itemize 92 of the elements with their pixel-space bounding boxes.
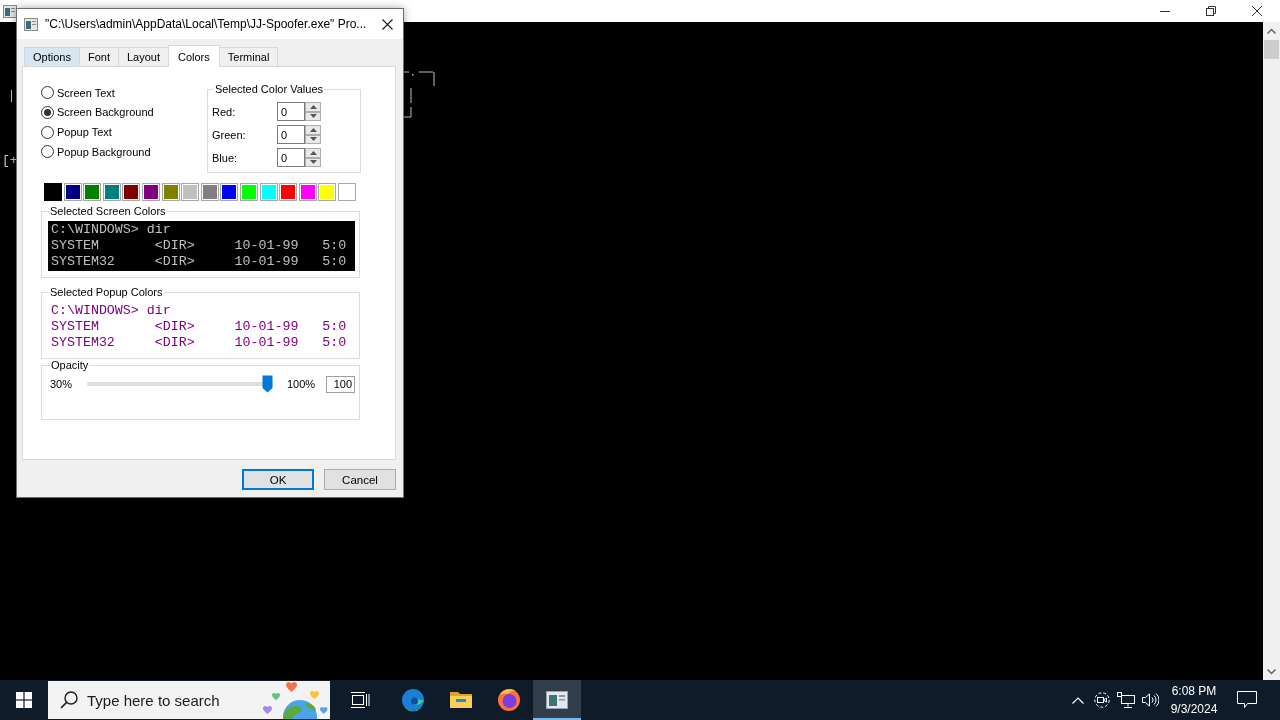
network-monitor-icon	[1117, 692, 1135, 708]
console-text: [+	[2, 154, 18, 168]
tab[interactable]: Font	[78, 47, 119, 66]
group-title: Selected Color Values	[214, 83, 325, 96]
preview-line: SYSTEM32 <DIR> 10-01-99 5:0	[51, 254, 348, 270]
group-title: Selected Screen Colors	[49, 205, 167, 218]
spin-down-button[interactable]	[305, 134, 321, 144]
color-swatch-icon[interactable]	[200, 183, 219, 201]
flame-globe-icon	[497, 688, 521, 712]
speaker-icon	[1141, 692, 1159, 708]
scrollbar-thumb[interactable]	[1264, 40, 1279, 59]
tab[interactable]: Colors	[167, 45, 220, 67]
color-swatch-icon[interactable]	[220, 183, 239, 201]
radio-label[interactable]: Popup Background	[57, 145, 151, 158]
console-window-icon	[546, 691, 568, 709]
spin-up-button[interactable]	[305, 125, 321, 135]
window-panes-icon	[16, 692, 32, 708]
color-swatch-icon[interactable]	[63, 183, 82, 201]
caret-up-icon	[1267, 27, 1276, 34]
radio-button[interactable]	[41, 86, 54, 100]
clock-time[interactable]: 6:08 PM	[1171, 682, 1217, 700]
spin-up-button[interactable]	[305, 102, 321, 112]
color-value-field[interactable]: 0	[277, 125, 305, 144]
preview-line: SYSTEM <DIR> 10-01-99 5:0	[51, 319, 348, 335]
swirl-icon	[401, 688, 425, 712]
caret-down-icon	[309, 160, 317, 165]
speech-bubble-icon	[1236, 691, 1257, 709]
clock-date[interactable]: 9/3/2024	[1170, 700, 1218, 718]
group-title: Opacity	[50, 359, 90, 372]
range-label: 30%	[50, 378, 74, 390]
color-swatch-icon[interactable]	[122, 183, 141, 201]
caret-down-icon	[1267, 668, 1276, 675]
caret-down-icon	[309, 114, 317, 119]
preview-line: C:\WINDOWS> dir	[51, 222, 172, 238]
color-swatch-icon[interactable]	[102, 183, 121, 201]
folder-icon	[449, 690, 473, 710]
field-label: Green:	[212, 128, 247, 141]
close-icon	[381, 18, 393, 30]
chevron-up-icon	[1072, 696, 1084, 704]
slider-thumb[interactable]	[262, 375, 273, 393]
globe-hearts-icon	[260, 682, 330, 719]
color-swatch-icon[interactable]	[239, 183, 258, 201]
color-swatch-icon[interactable]	[318, 183, 337, 201]
color-swatch-icon[interactable]	[83, 183, 102, 201]
color-swatch-icon[interactable]	[259, 183, 278, 201]
radio-label[interactable]: Popup Text	[57, 126, 112, 139]
field-label: Blue:	[212, 151, 239, 164]
dialog-title: "C:\Users\admin\AppData\Local\Temp\JJ-Spoofer.exe" Pro...	[45, 17, 367, 31]
caret-up-icon	[309, 104, 317, 109]
preview-line: C:\WINDOWS> dir	[51, 303, 172, 319]
caret-down-icon	[309, 137, 317, 142]
radio-label[interactable]: Screen Background	[57, 106, 154, 119]
radio-button[interactable]	[41, 145, 54, 159]
color-swatch-icon[interactable]	[337, 183, 356, 201]
spin-down-button[interactable]	[305, 157, 321, 167]
tab[interactable]: Layout	[117, 47, 169, 66]
dialog-button[interactable]: Cancel	[324, 469, 396, 490]
color-swatch-icon[interactable]	[181, 183, 200, 201]
spin-down-button[interactable]	[305, 111, 321, 121]
color-value-field[interactable]: 0	[277, 148, 305, 167]
group-title: Selected Popup Colors	[49, 286, 164, 299]
tab[interactable]: Terminal	[218, 47, 279, 66]
task-view-icon	[350, 691, 370, 709]
color-swatch-icon[interactable]	[298, 183, 317, 201]
spin-up-button[interactable]	[305, 148, 321, 158]
color-swatch-icon[interactable]	[279, 183, 298, 201]
color-swatch-icon[interactable]	[141, 183, 160, 201]
search-field[interactable]: Type here to search	[87, 688, 237, 712]
console-window-icon	[24, 17, 38, 31]
color-swatch-icon[interactable]	[44, 183, 62, 201]
restore-icon	[1206, 6, 1216, 16]
dialog-button[interactable]: OK	[242, 469, 314, 490]
color-swatch-icon[interactable]	[161, 183, 180, 201]
opacity-value-field[interactable]: 100	[326, 375, 355, 393]
close-icon	[1252, 6, 1262, 16]
caret-up-icon	[309, 127, 317, 132]
field-label: Red:	[212, 105, 237, 118]
radio-button[interactable]	[41, 106, 54, 119]
taskbar-app-button[interactable]	[533, 680, 581, 720]
search-icon	[60, 691, 78, 709]
ascii-art-drawing	[10, 90, 13, 102]
video-camera-icon	[1094, 692, 1110, 708]
color-value-field[interactable]: 0	[277, 102, 305, 121]
scrollbar[interactable]	[1263, 22, 1280, 680]
caret-up-icon	[309, 150, 317, 155]
tab[interactable]: Options	[24, 47, 80, 66]
range-label: 100%	[287, 378, 313, 390]
radio-button[interactable]	[41, 125, 54, 139]
radio-label[interactable]: Screen Text	[57, 86, 115, 99]
preview-line: SYSTEM32 <DIR> 10-01-99 5:0	[51, 335, 348, 351]
preview-line: SYSTEM <DIR> 10-01-99 5:0	[51, 238, 348, 254]
search-box[interactable]: Type here to search	[48, 681, 330, 719]
